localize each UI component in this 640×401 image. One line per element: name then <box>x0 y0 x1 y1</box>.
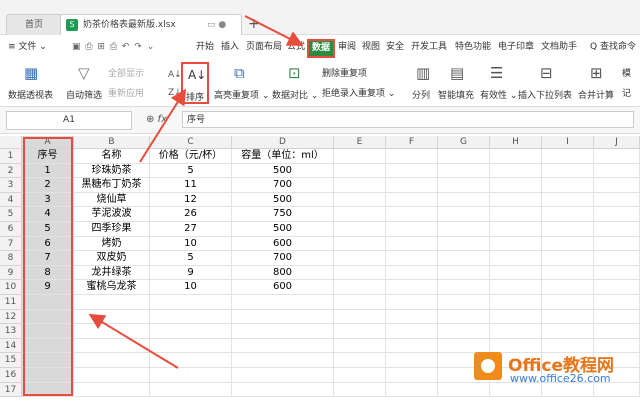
arrow-to-column-a <box>88 313 179 369</box>
arrow-to-sort-button <box>139 88 187 163</box>
annotation-arrows <box>88 15 304 369</box>
arrow-to-data-tab <box>244 15 304 46</box>
office-logo-icon <box>474 352 502 380</box>
logo-circle <box>481 359 495 373</box>
watermark-url: www.office26.com <box>510 372 611 385</box>
